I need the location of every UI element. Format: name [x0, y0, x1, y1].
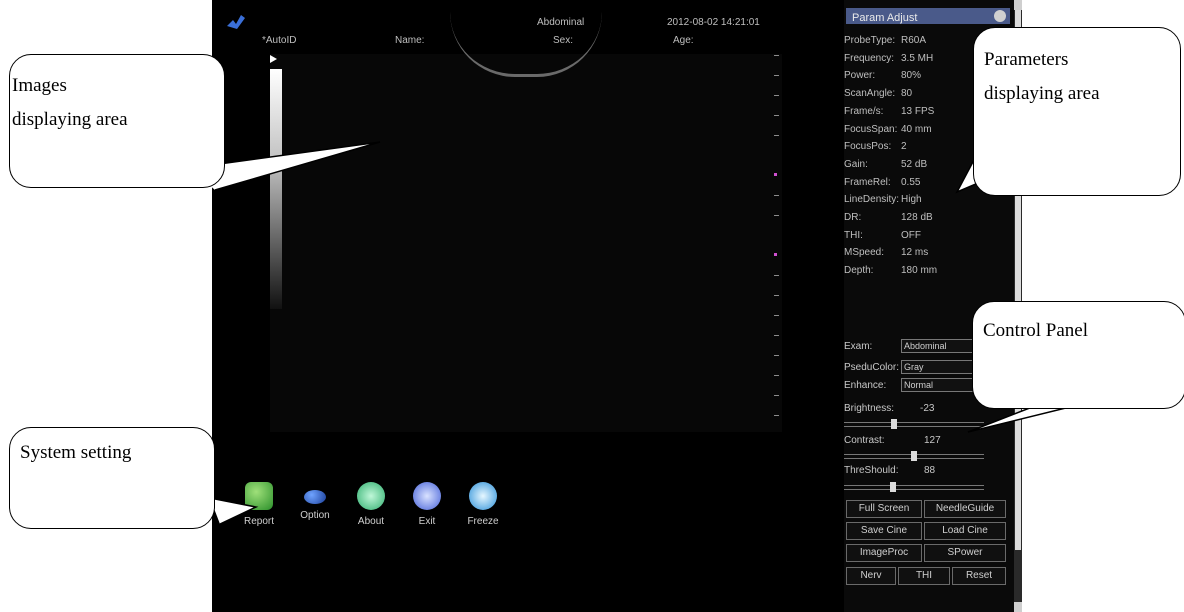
callout-parameters: Parameters displaying area: [973, 27, 1181, 196]
callout-images: Images displaying area: [9, 54, 225, 188]
callout-control-panel: Control Panel: [972, 301, 1184, 409]
callout-system-setting: System setting: [9, 427, 215, 529]
